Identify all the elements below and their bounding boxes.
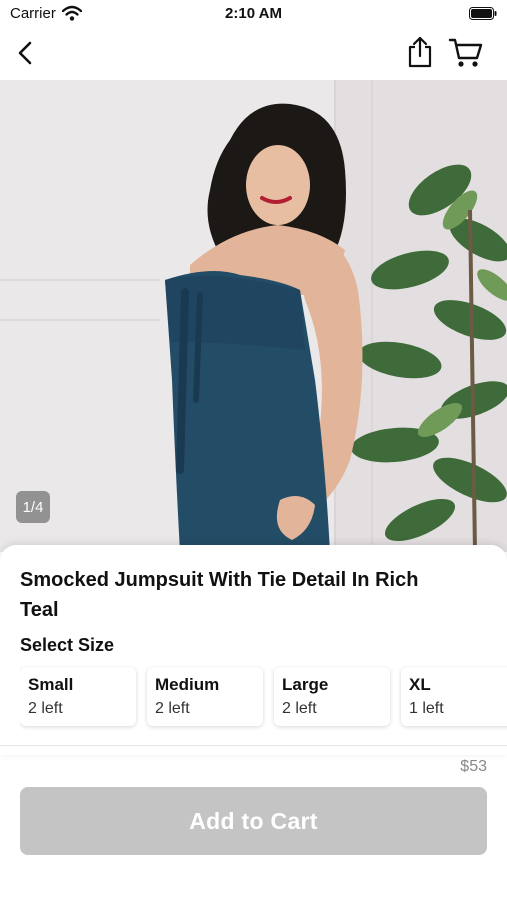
size-stock: 1 left	[409, 700, 444, 717]
product-title: Smocked Jumpsuit With Tie Detail In Rich…	[20, 569, 419, 621]
divider	[0, 745, 507, 746]
size-option-medium[interactable]: Medium 2 left	[147, 667, 263, 726]
size-label: XL	[409, 675, 431, 694]
product-price: $53	[460, 758, 487, 775]
size-option-xl[interactable]: XL 1 left	[401, 667, 507, 726]
status-bar: Carrier 2:10 AM	[0, 0, 507, 28]
battery-icon	[469, 7, 497, 20]
cart-icon[interactable]	[448, 36, 484, 70]
nav-bar	[0, 28, 507, 81]
add-to-cart-button[interactable]: Add to Cart	[20, 787, 487, 855]
size-option-small[interactable]: Small 2 left	[20, 667, 136, 726]
size-selector: Small 2 left Medium 2 left Large 2 left …	[20, 666, 507, 730]
chevron-left-icon[interactable]	[12, 38, 38, 68]
size-label: Medium	[155, 675, 220, 694]
size-label: Large	[282, 675, 329, 694]
status-time: 2:10 AM	[225, 5, 282, 22]
size-stock: 2 left	[155, 700, 190, 717]
size-stock: 2 left	[28, 700, 63, 717]
size-option-large[interactable]: Large 2 left	[274, 667, 390, 726]
size-label: Small	[28, 675, 74, 694]
size-heading: Select Size	[20, 635, 115, 655]
product-image[interactable]	[0, 80, 507, 552]
image-page-indicator: 1/4	[16, 491, 50, 523]
product-sheet: Smocked Jumpsuit With Tie Detail In Rich…	[0, 545, 507, 755]
share-icon[interactable]	[404, 35, 436, 69]
size-stock: 2 left	[282, 700, 317, 717]
